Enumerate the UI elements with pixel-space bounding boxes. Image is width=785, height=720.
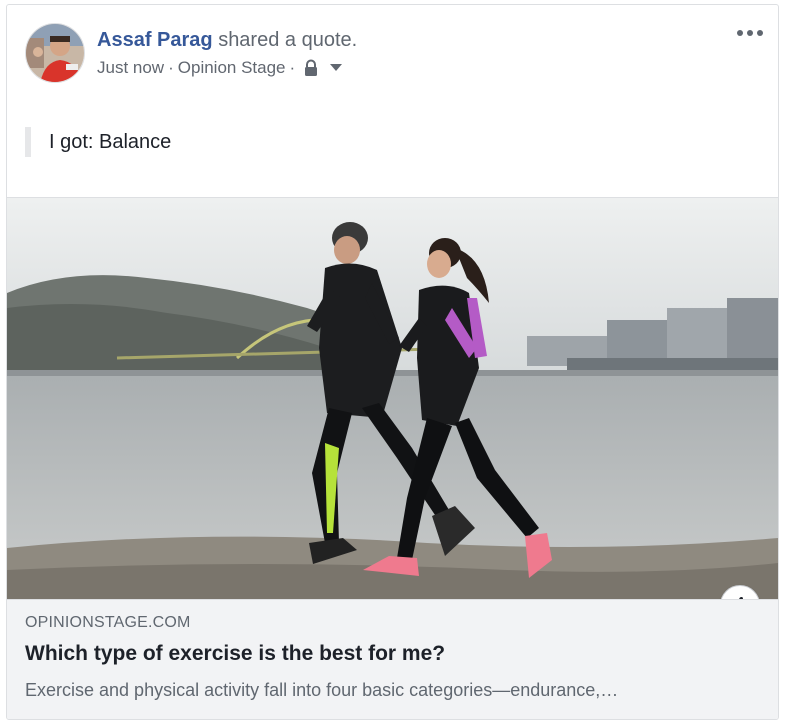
meta-separator: · xyxy=(289,58,296,77)
feed-post: Assaf Parag shared a quote. Just now · O… xyxy=(6,4,779,720)
meta-separator: · xyxy=(168,58,174,77)
avatar-photo xyxy=(26,24,84,82)
link-description: Exercise and physical activity fall into… xyxy=(25,680,619,700)
link-preview-image[interactable] xyxy=(7,198,778,599)
quote-text: I got: Balance xyxy=(25,127,171,157)
link-domain: OPINIONSTAGE.COM xyxy=(25,614,191,631)
two-runners-photo xyxy=(7,198,778,599)
post-app-name[interactable]: Opinion Stage xyxy=(178,57,286,79)
link-preview-body[interactable]: OPINIONSTAGE.COM Which type of exercise … xyxy=(7,599,778,719)
link-preview-card[interactable]: i OPINIONSTAGE.COM Which type of exercis… xyxy=(7,197,778,719)
post-header-line: Assaf Parag shared a quote. xyxy=(97,27,357,53)
link-title[interactable]: Which type of exercise is the best for m… xyxy=(25,642,445,666)
author-name[interactable]: Assaf Parag xyxy=(97,29,213,51)
more-options-icon[interactable] xyxy=(736,27,764,39)
post-action-text: shared a quote. xyxy=(218,29,358,51)
chevron-down-icon[interactable] xyxy=(329,63,343,73)
lock-icon[interactable] xyxy=(303,59,319,77)
post-meta: Just now · Opinion Stage · xyxy=(97,57,343,79)
avatar[interactable] xyxy=(25,23,85,83)
post-timestamp[interactable]: Just now xyxy=(97,57,164,79)
